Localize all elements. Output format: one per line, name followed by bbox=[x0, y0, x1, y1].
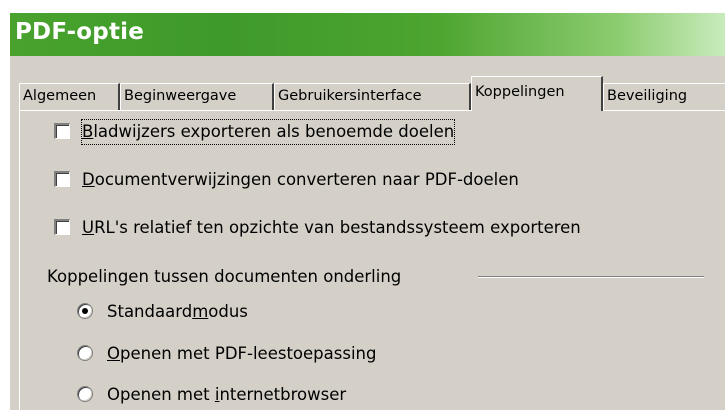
tab-algemeen[interactable]: Algemeen bbox=[19, 83, 120, 110]
group-separator bbox=[478, 276, 704, 278]
open-browser-label: Openen met internetbrowser bbox=[107, 385, 347, 404]
relative-urls-checkbox[interactable] bbox=[54, 219, 70, 235]
relative-urls-label: URL's relatief ten opzichte van bestands… bbox=[82, 218, 581, 237]
tab-beginweergave[interactable]: Beginweergave bbox=[120, 83, 274, 110]
convert-docrefs-label: Documentverwijzingen converteren naar PD… bbox=[82, 170, 519, 189]
mode-default-radio[interactable] bbox=[77, 303, 93, 319]
window-title: PDF-optie bbox=[15, 19, 145, 45]
tab-beveiliging[interactable]: Beveiliging bbox=[603, 83, 725, 110]
title-bar[interactable]: PDF-optie bbox=[10, 13, 725, 56]
tab-label: Algemeen bbox=[23, 88, 97, 104]
tab-label: Beveiliging bbox=[607, 88, 688, 104]
export-bookmarks-checkbox[interactable] bbox=[54, 123, 70, 139]
tab-gebruikersinterface[interactable]: Gebruikersinterface bbox=[274, 83, 471, 110]
tab-label: Koppelingen bbox=[475, 84, 565, 100]
tab-koppelingen[interactable]: Koppelingen bbox=[471, 76, 603, 111]
cross-document-links-group-label: Koppelingen tussen documenten onderling bbox=[47, 267, 402, 286]
export-bookmarks-label: Bladwijzers exporteren als benoemde doel… bbox=[80, 119, 456, 145]
open-pdf-reader-label: Openen met PDF-leestoepassing bbox=[107, 344, 377, 363]
tab-label: Gebruikersinterface bbox=[278, 88, 422, 104]
open-pdf-reader-radio[interactable] bbox=[77, 345, 93, 361]
tab-label: Beginweergave bbox=[124, 88, 237, 104]
open-browser-radio[interactable] bbox=[77, 386, 93, 402]
tab-strip: Algemeen Beginweergave Gebruikersinterfa… bbox=[19, 73, 725, 111]
convert-docrefs-checkbox[interactable] bbox=[54, 171, 70, 187]
pdf-options-dialog: PDF-optie Algemeen Beginweergave Gebruik… bbox=[10, 13, 725, 410]
mode-default-label: Standaardmodus bbox=[107, 302, 248, 321]
